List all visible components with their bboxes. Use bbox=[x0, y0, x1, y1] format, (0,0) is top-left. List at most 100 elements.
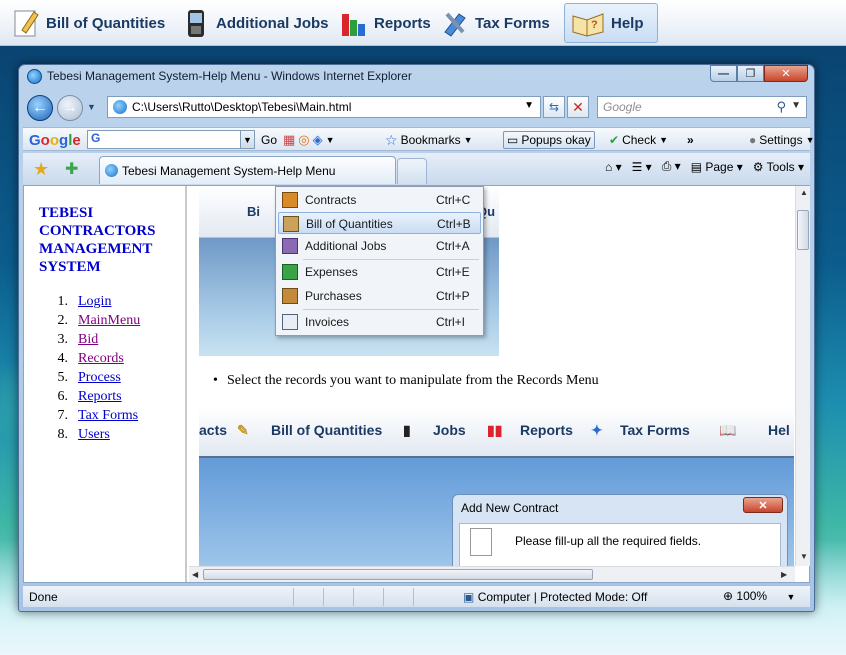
menu-item-contracts[interactable]: Contracts Ctrl+C bbox=[278, 189, 481, 211]
list-number: 3. bbox=[57, 332, 69, 347]
list-number: 2. bbox=[57, 313, 69, 328]
tools-menu[interactable]: ⚙ Tools ▾ bbox=[753, 160, 804, 174]
reports-link[interactable]: Reports bbox=[78, 389, 122, 408]
status-bar: Done ▣ Computer | Protected Mode: Off ⊕ … bbox=[23, 585, 810, 607]
tax-forms-link[interactable]: Tax Forms bbox=[78, 408, 138, 427]
new-tab-button[interactable] bbox=[397, 158, 427, 184]
scroll-left-icon[interactable]: ◀ bbox=[192, 570, 198, 579]
bill-of-quantities-button[interactable]: Bill of Quantities bbox=[6, 3, 171, 43]
tab-page-icon bbox=[105, 164, 118, 177]
search-icon[interactable]: ⚲ bbox=[776, 99, 786, 115]
menu-label: Additional Jobs bbox=[305, 239, 387, 253]
address-bar[interactable]: C:\Users\Rutto\Desktop\Tebesi\Main.html … bbox=[107, 96, 541, 118]
menu-item-expenses[interactable]: Expenses Ctrl+E bbox=[278, 261, 481, 283]
window-title: Tebesi Management System-Help Menu - Win… bbox=[47, 69, 412, 83]
close-button[interactable]: ✕ bbox=[764, 65, 808, 82]
vertical-scrollbar[interactable]: ▲ ▼ bbox=[795, 186, 810, 566]
news-icon[interactable]: ▦ bbox=[283, 132, 295, 148]
tax-forms-button[interactable]: Tax Forms bbox=[435, 3, 556, 43]
bid-link[interactable]: Bid bbox=[78, 332, 98, 351]
feeds-icon[interactable]: ☰ ▾ bbox=[632, 160, 652, 174]
zoom-label: 100% bbox=[736, 589, 768, 603]
dialog-title: Add New Contract bbox=[461, 501, 559, 515]
tab-active[interactable]: Tebesi Management System-Help Menu bbox=[99, 156, 396, 184]
print-icon[interactable]: ⎙ ▾ bbox=[662, 159, 681, 174]
history-dropdown-icon[interactable]: ▼ bbox=[87, 102, 96, 112]
menu-item-bill-of-quantities[interactable]: Bill of Quantities Ctrl+B bbox=[278, 212, 481, 234]
screenshot-book-icon: 📖 bbox=[719, 422, 737, 438]
zoom-dropdown-icon: ▼ bbox=[786, 592, 796, 602]
page-content: TEBESI CONTRACTORS MANAGEMENT SYSTEM 1. L… bbox=[23, 185, 810, 583]
google-go-button[interactable]: Go bbox=[261, 131, 277, 149]
google-input-dropdown-icon[interactable]: ▼ bbox=[240, 131, 254, 148]
forward-button[interactable]: → bbox=[57, 95, 83, 121]
dialog-message: Please fill-up all the required fields. bbox=[515, 534, 702, 548]
menu-label: Contracts bbox=[305, 193, 357, 207]
vertical-scroll-thumb[interactable] bbox=[797, 210, 809, 250]
google-extra-icons[interactable]: ▦ ◎ ◈ ▼ bbox=[283, 131, 335, 149]
translate-icon[interactable]: ◈ bbox=[313, 132, 323, 148]
menu-item-invoices[interactable]: Invoices Ctrl+I bbox=[278, 311, 481, 333]
help-content-frame: Bi Qu Contracts Ctrl+C Bill of Quantitie… bbox=[189, 186, 794, 566]
scroll-down-icon[interactable]: ▼ bbox=[800, 552, 808, 561]
refresh-button[interactable]: ⇆ bbox=[543, 96, 565, 118]
star-icon: ☆ bbox=[385, 131, 398, 148]
menu-item-additional-jobs[interactable]: Additional Jobs Ctrl+A bbox=[278, 235, 481, 257]
tax-forms-label: Tax Forms bbox=[475, 14, 550, 32]
minimize-button[interactable]: — bbox=[710, 65, 737, 82]
status-divider bbox=[293, 588, 294, 606]
screenshot-pencil-icon: ✎ bbox=[237, 422, 249, 438]
back-button[interactable]: ← bbox=[27, 95, 53, 121]
screenshot-help-label: Hel bbox=[768, 422, 790, 438]
additional-jobs-button[interactable]: Additional Jobs bbox=[176, 3, 335, 43]
list-number: 4. bbox=[57, 351, 69, 366]
spell-icon[interactable]: ◎ bbox=[298, 132, 309, 148]
horizontal-scrollbar[interactable]: ◀ ▶ bbox=[189, 566, 795, 582]
scroll-right-icon[interactable]: ▶ bbox=[781, 570, 787, 579]
menu-item-purchases[interactable]: Purchases Ctrl+P bbox=[278, 285, 481, 307]
stop-button[interactable]: ✕ bbox=[567, 96, 589, 118]
search-dropdown-icon[interactable]: ▼ bbox=[791, 100, 801, 111]
security-zone[interactable]: ▣ Computer | Protected Mode: Off bbox=[463, 590, 647, 604]
add-favorites-icon[interactable]: ✚ bbox=[65, 159, 78, 179]
scroll-up-icon[interactable]: ▲ bbox=[800, 188, 808, 197]
login-link[interactable]: Login bbox=[78, 294, 111, 313]
instruction-text: Select the records you want to manipulat… bbox=[213, 373, 599, 389]
help-button[interactable]: ? Help bbox=[564, 3, 658, 43]
expenses-icon bbox=[282, 264, 298, 280]
home-icon[interactable]: ⌂ ▾ bbox=[605, 160, 622, 174]
computer-icon: ▣ bbox=[463, 590, 475, 604]
process-link[interactable]: Process bbox=[78, 370, 121, 389]
menu-shortcut: Ctrl+C bbox=[436, 193, 471, 207]
records-link[interactable]: Records bbox=[78, 351, 124, 370]
favorites-star-icon[interactable]: ★ bbox=[33, 159, 49, 180]
zoom-control[interactable]: ⊕ 100% ▼ bbox=[723, 589, 795, 603]
menu-shortcut: Ctrl+E bbox=[436, 265, 470, 279]
bill-of-quantities-label: Bill of Quantities bbox=[46, 14, 166, 32]
add-new-contract-dialog: Add New Contract ✕ Please fill-up all th… bbox=[452, 494, 788, 566]
maximize-button[interactable]: ❐ bbox=[737, 65, 764, 82]
google-logo[interactable]: Google bbox=[29, 131, 81, 149]
bookmarks-button[interactable]: ☆ Bookmarks ▼ bbox=[385, 131, 473, 149]
popups-button[interactable]: ▭ Popups okay bbox=[503, 131, 595, 149]
extras-dropdown-icon[interactable]: ▼ bbox=[326, 135, 335, 145]
list-number: 8. bbox=[57, 427, 69, 442]
page-menu[interactable]: ▤ Page ▾ bbox=[691, 160, 743, 174]
horizontal-scroll-thumb[interactable] bbox=[203, 569, 593, 580]
menu-shortcut: Ctrl+B bbox=[437, 217, 471, 231]
reports-button[interactable]: Reports bbox=[334, 3, 437, 43]
address-dropdown-icon[interactable]: ▼ bbox=[524, 100, 534, 111]
title-bar[interactable]: Tebesi Management System-Help Menu - Win… bbox=[19, 65, 814, 87]
contracts-icon bbox=[282, 192, 298, 208]
spell-check-button[interactable]: ✔ Check ▼ bbox=[609, 131, 668, 149]
list-item: 5. Process bbox=[54, 370, 140, 389]
menu-shortcut: Ctrl+I bbox=[436, 315, 466, 329]
mainmenu-link[interactable]: MainMenu bbox=[78, 313, 140, 332]
settings-button[interactable]: ● Settings ▼ bbox=[749, 131, 815, 149]
system-title: TEBESI CONTRACTORS MANAGEMENT SYSTEM bbox=[39, 205, 156, 275]
google-search-input[interactable]: G ▼ bbox=[87, 130, 255, 149]
screenshot-jobs-label: Jobs bbox=[433, 422, 466, 438]
search-input[interactable]: Google ⚲ ▼ bbox=[597, 96, 807, 118]
more-chevron[interactable]: » bbox=[687, 131, 694, 149]
users-link[interactable]: Users bbox=[78, 427, 110, 446]
